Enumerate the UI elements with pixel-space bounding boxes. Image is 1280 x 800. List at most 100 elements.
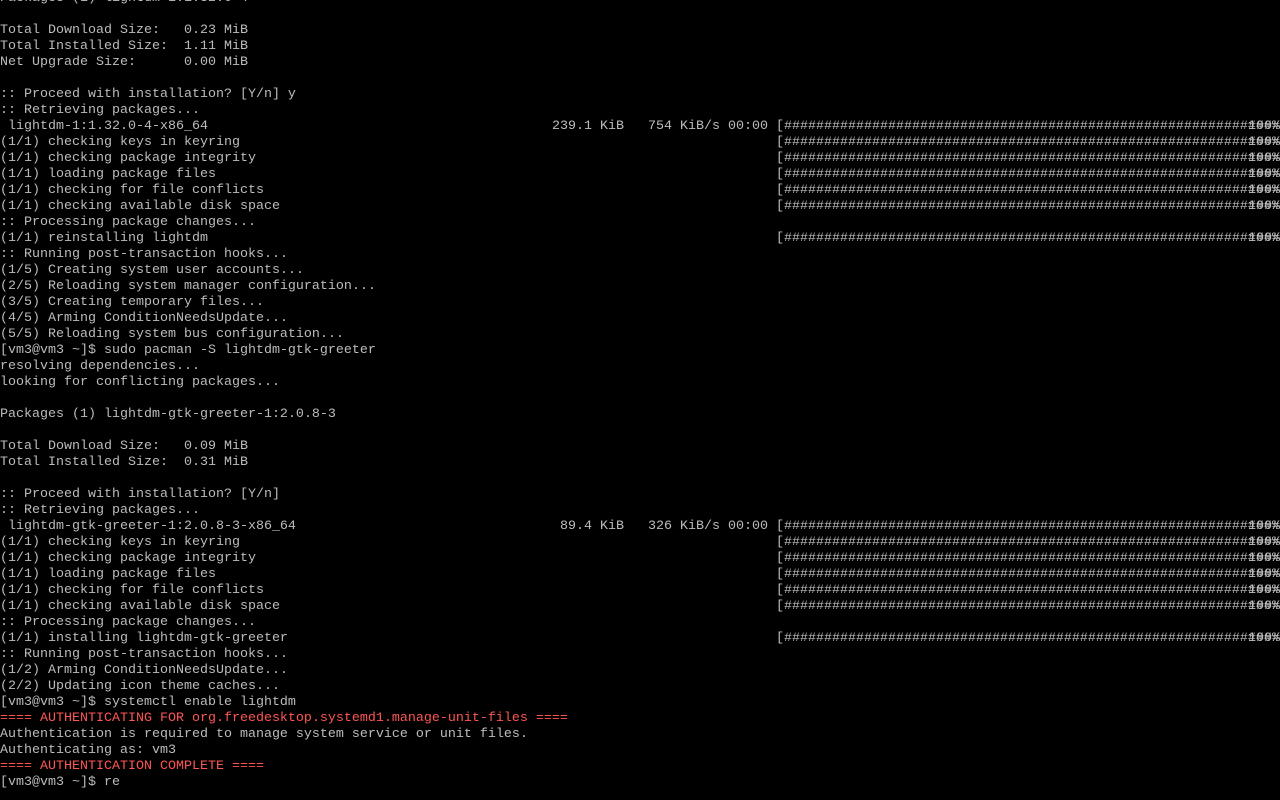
terminal-line: Packages (1) lightdm-gtk-greeter-1:2.0.8… [0,407,1280,423]
terminal-line: (1/1) checking available disk space [####… [0,599,1280,615]
progress-bar: [#######################################… [776,567,1280,582]
line-text: Net Upgrade Size: 0.00 MiB [0,55,248,70]
terminal-line: :: Proceed with installation? [Y/n] [0,487,1280,503]
terminal-line: Authenticating as: vm3 [0,743,1280,759]
terminal-line: (2/2) Updating icon theme caches... [0,679,1280,695]
terminal-line: Packages (1) lightdm-1:1.32.0-4 [0,0,1280,7]
progress-bar: [#######################################… [776,167,1280,182]
download-rate: 326 KiB/s 00:00 [648,519,768,534]
terminal-line: (1/5) Creating system user accounts... [0,263,1280,279]
terminal-line: (1/1) loading package files [############… [0,567,1280,583]
terminal-line: [vm3@vm3 ~]$ systemctl enable lightdm [0,695,1280,711]
terminal-line: :: Proceed with installation? [Y/n] y [0,87,1280,103]
progress-percent: 100% [1248,583,1280,598]
terminal-line: lightdm-gtk-greeter-1:2.0.8-3-x86_64 89.4… [0,519,1280,535]
terminal-line: Total Installed Size: 0.31 MiB [0,455,1280,471]
terminal-line: [vm3@vm3 ~]$ re [0,775,1280,791]
progress-percent: 100% [1248,567,1280,582]
line-text: :: Running post-transaction hooks... [0,247,288,262]
line-text: Total Download Size: 0.23 MiB [0,23,248,38]
terminal-line: looking for conflicting packages... [0,375,1280,391]
progress-bar: [#######################################… [776,119,1280,134]
terminal-line: (1/1) checking for file conflicts [######… [0,183,1280,199]
line-text: Total Installed Size: 0.31 MiB [0,455,248,470]
line-text: Authentication is required to manage sys… [0,727,528,742]
terminal-line: (1/1) checking for file conflicts [######… [0,583,1280,599]
line-text: :: Running post-transaction hooks... [0,647,288,662]
progress-percent: 100% [1248,167,1280,182]
line-text: (1/1) checking available disk space [0,599,280,614]
progress-percent: 100% [1248,231,1280,246]
line-text: (2/2) Updating icon theme caches... [0,679,280,694]
download-size: 89.4 KiB [560,519,624,534]
line-text: [vm3@vm3 ~]$ sudo pacman -S lightdm-gtk-… [0,343,376,358]
terminal-line: :: Processing package changes... [0,215,1280,231]
line-text: (1/1) checking package integrity [0,151,256,166]
download-size: 239.1 KiB [552,119,624,134]
line-text: (1/1) checking keys in keyring [0,135,240,150]
line-text: resolving dependencies... [0,359,200,374]
terminal-line: (1/2) Arming ConditionNeedsUpdate... [0,663,1280,679]
progress-percent: 100% [1248,183,1280,198]
line-text: :: Proceed with installation? [Y/n] y [0,87,296,102]
line-text: (1/1) checking available disk space [0,199,280,214]
progress-bar: [#######################################… [776,231,1280,246]
terminal-line: (2/5) Reloading system manager configura… [0,279,1280,295]
progress-percent: 100% [1248,199,1280,214]
terminal-line: (1/1) installing lightdm-gtk-greeter [###… [0,631,1280,647]
progress-bar: [#######################################… [776,199,1280,214]
download-rate: 754 KiB/s 00:00 [648,119,768,134]
terminal-line: :: Retrieving packages... [0,503,1280,519]
line-text: (1/1) loading package files [0,567,216,582]
progress-bar: [#######################################… [776,183,1280,198]
line-text: (1/1) checking package integrity [0,551,256,566]
progress-percent: 100% [1248,151,1280,166]
progress-bar: [#######################################… [776,631,1280,646]
line-text: (1/2) Arming ConditionNeedsUpdate... [0,663,288,678]
progress-bar: [#######################################… [776,135,1280,150]
terminal-line: :: Retrieving packages... [0,103,1280,119]
terminal-line: (1/1) reinstalling lightdm [#############… [0,231,1280,247]
progress-bar: [#######################################… [776,535,1280,550]
line-text: looking for conflicting packages... [0,375,280,390]
terminal-line: lightdm-1:1.32.0-4-x86_64 239.1 KiB 754 Ki… [0,119,1280,135]
line-text: (2/5) Reloading system manager configura… [0,279,376,294]
progress-percent: 100% [1248,599,1280,614]
terminal-line: (4/5) Arming ConditionNeedsUpdate... [0,311,1280,327]
progress-percent: 100% [1248,551,1280,566]
progress-percent: 100% [1248,135,1280,150]
terminal-screen[interactable]: Packages (1) lightdm-1:1.32.0-4 Total Dow… [0,0,1280,800]
line-text: (4/5) Arming ConditionNeedsUpdate... [0,311,288,326]
line-text: (1/1) installing lightdm-gtk-greeter [0,631,288,646]
line-text: :: Processing package changes... [0,615,256,630]
terminal-line: (1/1) checking keys in keyring [#########… [0,535,1280,551]
line-text: (5/5) Reloading system bus configuration… [0,327,344,342]
terminal-line: (1/1) checking available disk space [####… [0,199,1280,215]
line-text: lightdm-1:1.32.0-4-x86_64 [0,119,208,134]
terminal-line: (1/1) checking package integrity [#######… [0,151,1280,167]
progress-percent: 100% [1248,519,1280,534]
command-input-line[interactable]: [vm3@vm3 ~]$ re [0,775,120,791]
terminal-line: ==== AUTHENTICATION COMPLETE ==== [0,759,1280,775]
line-text: (3/5) Creating temporary files... [0,295,264,310]
line-text: :: Retrieving packages... [0,103,200,118]
terminal-line: (3/5) Creating temporary files... [0,295,1280,311]
auth-banner: ==== AUTHENTICATION COMPLETE ==== [0,759,264,774]
line-text: lightdm-gtk-greeter-1:2.0.8-3-x86_64 [0,519,296,534]
line-text: :: Retrieving packages... [0,503,200,518]
progress-bar: [#######################################… [776,151,1280,166]
line-text: :: Processing package changes... [0,215,256,230]
line-text: (1/1) checking for file conflicts [0,583,264,598]
terminal-line: [vm3@vm3 ~]$ sudo pacman -S lightdm-gtk-… [0,343,1280,359]
terminal-line: :: Running post-transaction hooks... [0,247,1280,263]
terminal-line: Total Download Size: 0.23 MiB [0,23,1280,39]
line-text: Total Download Size: 0.09 MiB [0,439,248,454]
progress-percent: 100% [1248,119,1280,134]
line-text: (1/1) loading package files [0,167,216,182]
terminal-line: :: Running post-transaction hooks... [0,647,1280,663]
progress-bar: [#######################################… [776,583,1280,598]
line-text: (1/1) checking keys in keyring [0,535,240,550]
